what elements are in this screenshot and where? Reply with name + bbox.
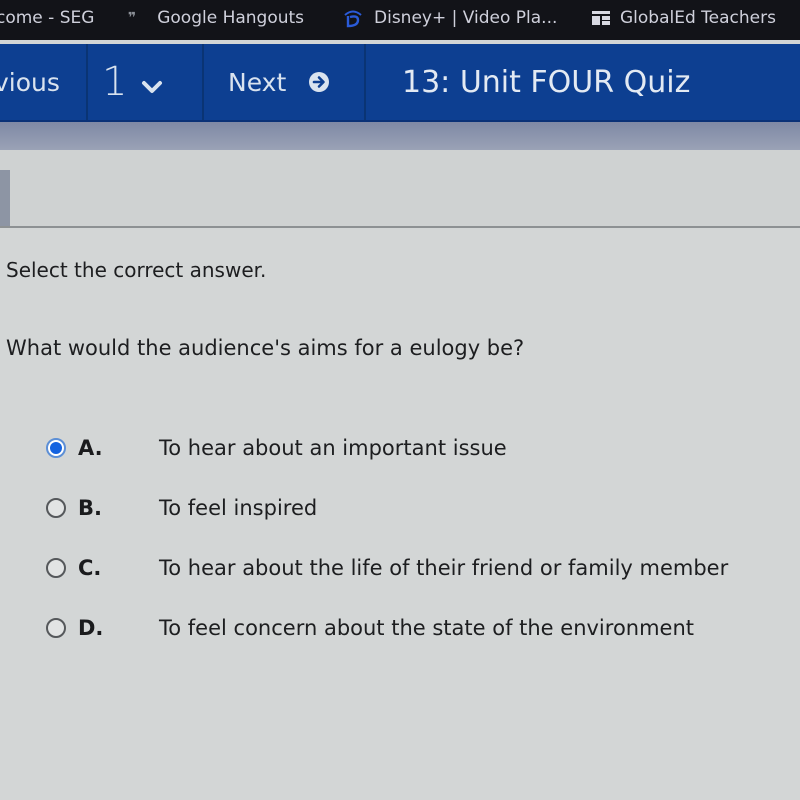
hangouts-quote-icon: ❞ [128,10,136,26]
answer-option-a[interactable]: A. To hear about an important issue [46,418,728,478]
question-text: What would the audience's aims for a eul… [6,336,525,360]
question-number-dropdown[interactable]: 1 [88,44,204,120]
previous-button[interactable]: vious [0,44,88,120]
bookmark-disney-plus[interactable]: Disney+ | Video Pla... [342,0,557,36]
option-text: To hear about the life of their friend o… [159,556,729,580]
quiz-title-text: 13: Unit FOUR Quiz [402,64,691,100]
radio-selected-icon[interactable] [46,438,66,458]
quiz-title: 13: Unit FOUR Quiz [366,44,800,120]
bookmark-google-hangouts[interactable]: ❞ Google Hangouts [128,0,304,36]
instruction-text: Select the correct answer. [6,258,267,282]
sub-header [0,150,800,228]
arrow-right-circle-icon [309,72,330,92]
question-number: 1 [102,59,128,105]
disney-plus-icon [344,10,362,28]
option-letter: C. [78,556,102,580]
globaled-icon [592,11,610,25]
radio-unselected-icon[interactable] [46,498,66,518]
bookmark-label: Google Hangouts [157,8,305,28]
radio-unselected-icon[interactable] [46,618,66,638]
option-letter: A. [78,436,103,460]
option-text: To feel concern about the state of the e… [159,616,695,640]
bookmarks-bar: come - SEG ❞ Google Hangouts Disney+ | V… [0,0,800,40]
option-text: To hear about an important issue [159,436,507,460]
bookmark-seg[interactable]: come - SEG [0,0,94,36]
sub-header-tab[interactable] [0,170,10,226]
bookmark-label: GlobalEd Teachers [620,8,776,28]
chevron-down-icon [142,81,163,93]
option-letter: D. [78,616,104,640]
answer-option-c[interactable]: C. To hear about the life of their frien… [46,538,728,598]
answer-option-b[interactable]: B. To feel inspired [46,478,728,538]
header-shadow-band [0,122,800,150]
bookmark-label: come - SEG [0,8,95,28]
answer-options: A. To hear about an important issue B. T… [46,418,728,658]
option-letter: B. [78,496,102,520]
answer-option-d[interactable]: D. To feel concern about the state of th… [46,598,728,658]
quiz-nav-bar: vious 1 Next 13: Unit FOUR Quiz [0,44,800,122]
bookmark-label: Disney+ | Video Pla... [374,8,558,28]
question-panel: Select the correct answer. What would th… [0,230,800,800]
next-label: Next [228,67,287,97]
radio-unselected-icon[interactable] [46,558,66,578]
option-text: To feel inspired [159,496,318,520]
bookmark-globaled-teachers[interactable]: GlobalEd Teachers [592,0,776,36]
previous-label: vious [0,67,60,97]
next-button[interactable]: Next [204,44,366,120]
